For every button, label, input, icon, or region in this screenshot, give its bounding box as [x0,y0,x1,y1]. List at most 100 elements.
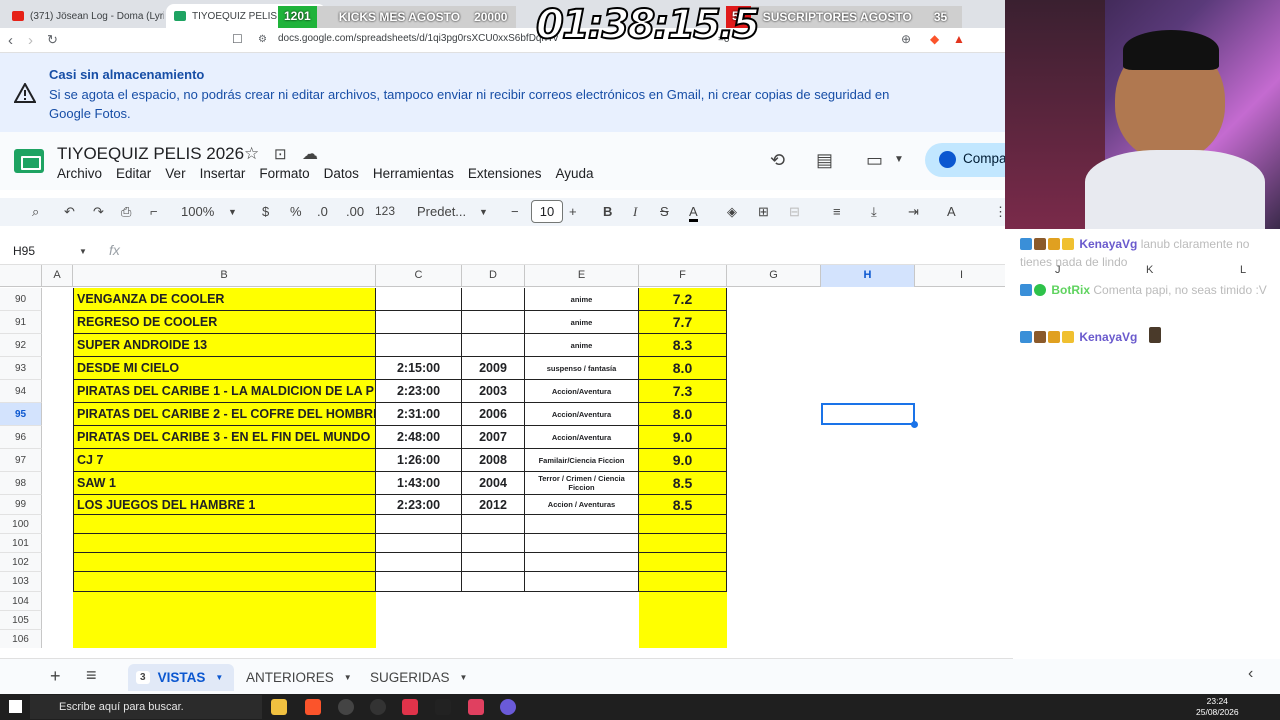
search-menus-icon[interactable]: ⌕ [32,204,39,220]
text-rotation-icon[interactable]: A [947,204,956,219]
cell-duration[interactable] [376,572,462,592]
menu-datos[interactable]: Datos [324,166,359,181]
cell-duration[interactable]: 2:48:00 [376,426,462,449]
cell-title[interactable] [73,630,376,648]
cell-score[interactable] [639,630,727,648]
fill-handle[interactable] [911,421,918,428]
cell-genre[interactable]: Accion/Aventura [525,403,639,426]
menu-ayuda[interactable]: Ayuda [555,166,593,181]
brave-rewards-icon[interactable]: ▲ [953,32,965,46]
cell-genre[interactable]: anime [525,288,639,311]
cell-title[interactable]: REGRESO DE COOLER [73,311,376,334]
cell-duration[interactable]: 1:43:00 [376,472,462,495]
app-icon[interactable] [370,699,386,715]
file-explorer-icon[interactable] [271,699,287,715]
currency-format-button[interactable]: $ [262,204,269,219]
star-icon[interactable]: ☆ [244,144,259,164]
cell-genre[interactable]: Familair/Ciencia Ficcion [525,449,639,472]
cell-duration[interactable] [376,534,462,553]
cell-year[interactable] [462,334,525,357]
font-size-increase-icon[interactable]: + [569,204,577,219]
cell-title[interactable] [73,553,376,572]
cell-score[interactable]: 7.2 [639,288,727,311]
chevron-left-icon[interactable]: ‹ [1248,665,1253,683]
column-header-F[interactable]: F [639,265,727,287]
epic-games-icon[interactable] [435,699,451,715]
chevron-down-icon[interactable]: ▼ [460,673,468,682]
menu-editar[interactable]: Editar [116,166,151,181]
cell-year[interactable] [462,553,525,572]
cell-duration[interactable]: 2:23:00 [376,495,462,515]
cell-score[interactable] [639,592,727,611]
cell-title[interactable]: DESDE MI CIELO [73,357,376,380]
cell-year[interactable]: 2008 [462,449,525,472]
obs-icon[interactable] [338,699,354,715]
column-header-G[interactable]: G [727,265,821,287]
cell-score[interactable]: 7.3 [639,380,727,403]
sheet-tab-sugeridas[interactable]: SUGERIDAS ▼ [362,664,475,691]
text-wrapping-icon[interactable]: ⇥ [908,204,919,220]
cell-score[interactable]: 8.3 [639,334,727,357]
column-header-E[interactable]: E [525,265,639,287]
cell-year[interactable] [462,572,525,592]
horizontal-align-icon[interactable]: ≡ [833,204,841,219]
cell-title[interactable]: VENGANZA DE COOLER [73,288,376,311]
cell-score[interactable] [639,553,727,572]
sheets-logo-icon[interactable] [14,149,44,173]
undo-icon[interactable]: ↶ [64,204,75,220]
row-header[interactable]: 99 [0,495,42,515]
name-box[interactable]: H95 [13,244,35,258]
cell-score[interactable]: 8.0 [639,357,727,380]
fill-color-icon[interactable]: ◈ [727,204,737,220]
row-header[interactable]: 96 [0,426,42,449]
cell-title[interactable] [73,611,376,630]
row-header[interactable]: 92 [0,334,42,357]
column-header-A[interactable]: A [42,265,73,287]
meet-icon[interactable]: ▭ [866,150,883,171]
cell-genre[interactable] [525,515,639,534]
cell-score[interactable]: 8.5 [639,472,727,495]
cell-score[interactable] [639,515,727,534]
chevron-down-icon[interactable]: ▼ [894,154,904,165]
cell-genre[interactable]: anime [525,311,639,334]
windows-start-icon[interactable] [9,700,22,713]
italic-icon[interactable]: I [633,204,637,220]
redo-icon[interactable]: ↷ [93,204,104,220]
row-header[interactable]: 102 [0,553,42,572]
cell-score[interactable]: 8.5 [639,495,727,515]
cell-genre[interactable] [525,553,639,572]
row-header[interactable]: 103 [0,572,42,592]
add-sheet-icon[interactable]: + [50,666,61,687]
cell-genre[interactable] [525,572,639,592]
chevron-down-icon[interactable]: ▼ [344,673,352,682]
merge-cells-icon[interactable]: ⊟ [789,204,800,220]
cell-year[interactable] [462,311,525,334]
cell-genre[interactable] [525,592,639,611]
cell-title[interactable] [73,572,376,592]
cell-year[interactable] [462,592,525,611]
brave-browser-icon[interactable] [305,699,321,715]
menu-extensiones[interactable]: Extensiones [468,166,542,181]
row-header[interactable]: 94 [0,380,42,403]
cell-year[interactable]: 2004 [462,472,525,495]
taskbar-search-input[interactable]: Escribe aquí para buscar. [30,695,262,719]
row-header[interactable]: 97 [0,449,42,472]
cell-duration[interactable] [376,311,462,334]
chevron-down-icon[interactable]: ▼ [215,673,223,682]
back-icon[interactable]: ‹ [8,32,13,49]
reload-icon[interactable]: ↻ [47,32,58,48]
chevron-down-icon[interactable]: ▼ [479,207,488,217]
chat-username[interactable]: KenayaVg [1079,237,1137,251]
row-header[interactable]: 93 [0,357,42,380]
bold-icon[interactable]: B [603,204,612,219]
cell-title[interactable] [73,515,376,534]
document-title[interactable]: TIYOEQUIZ PELIS 2026 [57,144,244,164]
cell-score[interactable] [639,611,727,630]
version-history-icon[interactable]: ⟲ [770,150,785,171]
cell-genre[interactable]: Accion/Aventura [525,380,639,403]
discord-icon[interactable] [500,699,516,715]
cell-title[interactable] [73,534,376,553]
cell-genre[interactable]: suspenso / fantasía [525,357,639,380]
text-color-icon[interactable]: A [689,204,698,222]
cell-score[interactable]: 8.0 [639,403,727,426]
